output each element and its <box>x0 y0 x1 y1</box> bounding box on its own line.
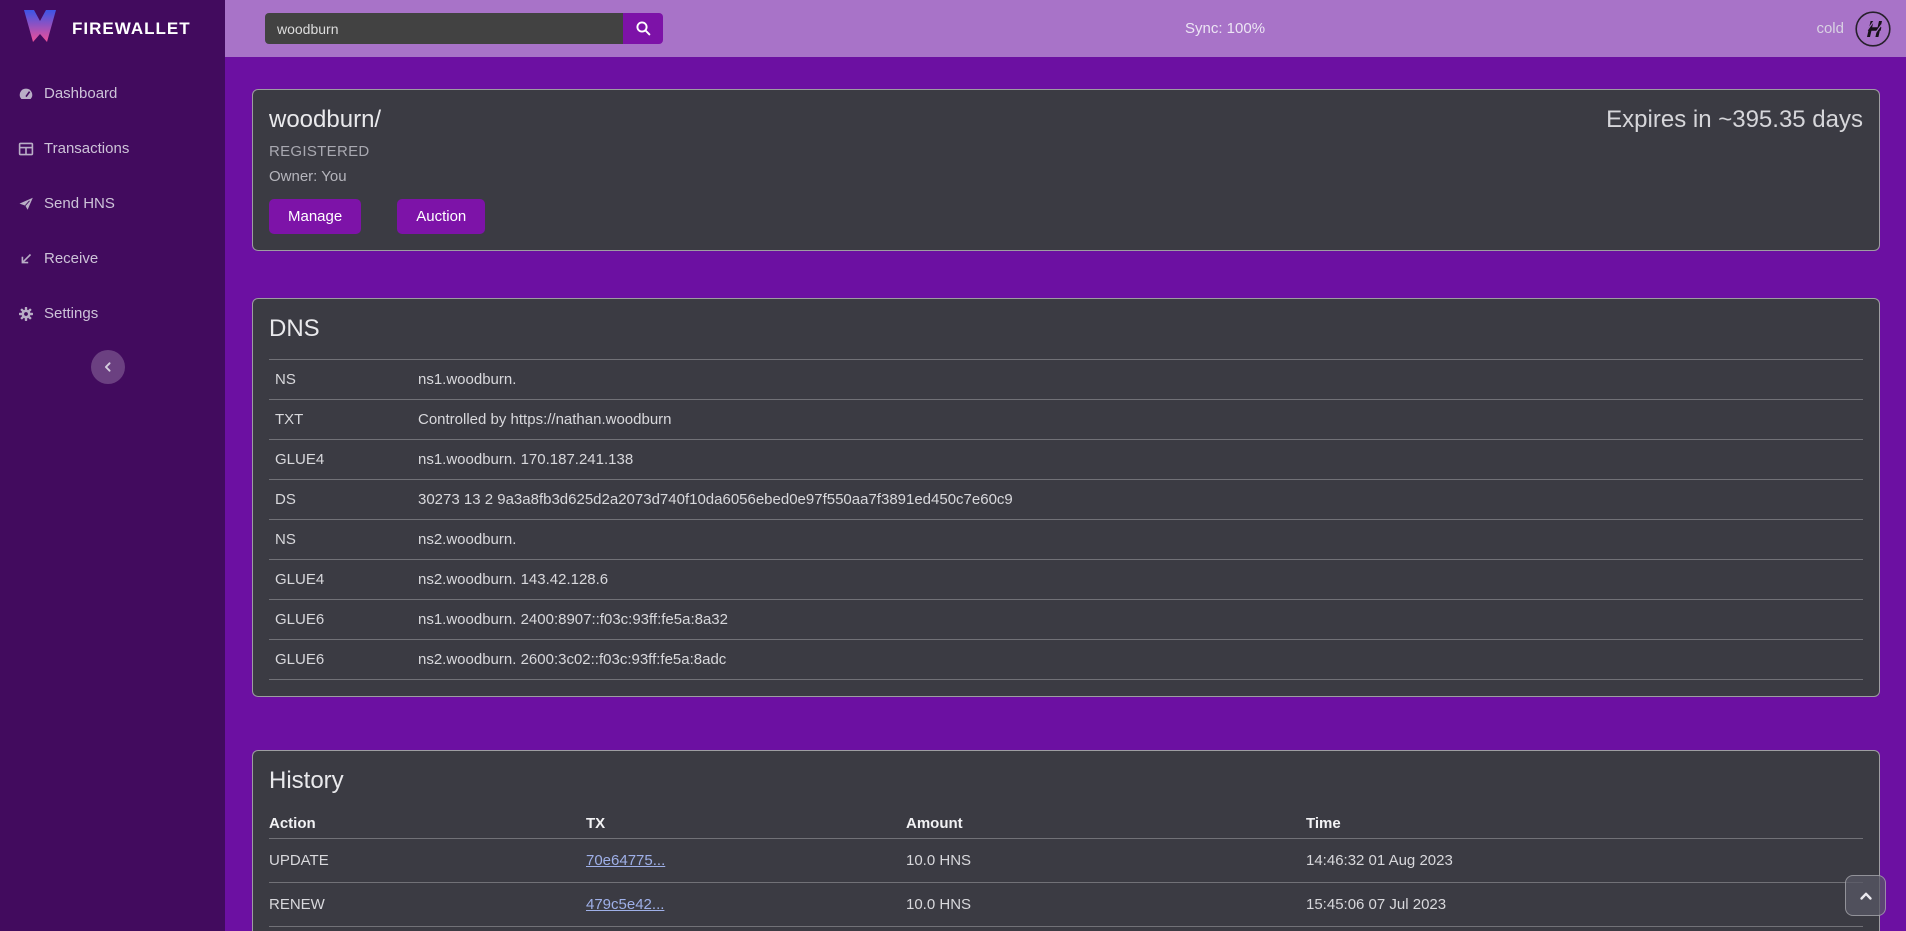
history-time: 14:46:32 01 Aug 2023 <box>1306 852 1863 869</box>
sidebar-item-label: Dashboard <box>44 85 117 102</box>
sidebar-item-dashboard[interactable]: Dashboard <box>0 77 225 110</box>
history-col-amount: Amount <box>906 815 1306 832</box>
dns-record-type: GLUE6 <box>275 611 418 628</box>
sidebar-item-label: Transactions <box>44 140 129 157</box>
dns-record-value: ns2.woodburn. 2600:3c02::f03c:93ff:fe5a:… <box>418 651 1863 668</box>
dns-title: DNS <box>269 315 1863 343</box>
dns-record-row: NS ns1.woodburn. <box>269 360 1863 400</box>
dns-record-row: GLUE4 ns1.woodburn. 170.187.241.138 <box>269 440 1863 480</box>
history-action: RENEW <box>269 896 586 913</box>
receive-arrow-icon <box>18 251 34 267</box>
tx-link[interactable]: 70e64775... <box>586 852 665 869</box>
chevron-left-icon <box>101 360 115 374</box>
brand-name: FIREWALLET <box>72 19 191 39</box>
dns-record-row: TXT Controlled by https://nathan.woodbur… <box>269 400 1863 440</box>
history-header-row: Action TX Amount Time <box>269 809 1863 839</box>
dns-record-value: 30273 13 2 9a3a8fb3d625d2a2073d740f10da6… <box>418 491 1863 508</box>
manage-button[interactable]: Manage <box>269 199 361 234</box>
chevron-up-icon <box>1858 889 1874 903</box>
sidebar-item-label: Settings <box>44 305 98 322</box>
dns-record-value: Controlled by https://nathan.woodburn <box>418 411 1863 428</box>
dns-record-type: TXT <box>275 411 418 428</box>
scroll-to-top-button[interactable] <box>1845 875 1886 916</box>
dns-record-type: GLUE4 <box>275 451 418 468</box>
dns-record-value: ns1.woodburn. <box>418 371 1863 388</box>
search-button[interactable] <box>623 13 663 44</box>
dns-record-value: ns2.woodburn. <box>418 531 1863 548</box>
search-icon <box>635 20 652 37</box>
topbar: Sync: 100% cold <box>225 0 1906 57</box>
gauge-icon <box>18 86 34 102</box>
history-row: UPDATE 70e64775... 10.0 HNS 14:46:32 01 … <box>269 839 1863 883</box>
status-badge: REGISTERED <box>269 143 1863 160</box>
dns-record-type: GLUE4 <box>275 571 418 588</box>
sidebar-nav: Dashboard Transactions Send HNS Receive <box>0 57 225 330</box>
history-title: History <box>269 767 1863 795</box>
owner-text: Owner: You <box>269 168 1863 185</box>
history-col-tx: TX <box>586 815 906 832</box>
send-icon <box>18 196 34 212</box>
table-icon <box>18 141 34 157</box>
dns-record-value: ns2.woodburn. 143.42.128.6 <box>418 571 1863 588</box>
tx-link[interactable]: 479c5e42... <box>586 896 664 913</box>
sync-status: Sync: 100% <box>1185 0 1265 57</box>
sidebar-item-transactions[interactable]: Transactions <box>0 132 225 165</box>
handshake-logo-icon <box>1854 10 1892 48</box>
history-col-action: Action <box>269 815 586 832</box>
dns-record-type: NS <box>275 371 418 388</box>
dns-table: NS ns1.woodburn. TXT Controlled by https… <box>269 359 1863 680</box>
dns-record-row: GLUE6 ns1.woodburn. 2400:8907::f03c:93ff… <box>269 600 1863 640</box>
sidebar-item-send-hns[interactable]: Send HNS <box>0 187 225 220</box>
sidebar-item-settings[interactable]: Settings <box>0 297 225 330</box>
history-time: 15:45:06 07 Jul 2023 <box>1306 896 1863 913</box>
expiry-text: Expires in ~395.35 days <box>1606 106 1863 134</box>
sidebar-item-label: Send HNS <box>44 195 115 212</box>
history-table: Action TX Amount Time UPDATE 70e64775...… <box>269 809 1863 927</box>
dns-record-value: ns1.woodburn. 2400:8907::f03c:93ff:fe5a:… <box>418 611 1863 628</box>
history-action: UPDATE <box>269 852 586 869</box>
history-amount: 10.0 HNS <box>906 896 1306 913</box>
dns-record-type: NS <box>275 531 418 548</box>
search-group <box>265 13 663 44</box>
wallet-indicator[interactable]: cold <box>1816 0 1892 57</box>
sidebar: FIREWALLET Dashboard Transactions Send H… <box>0 0 225 931</box>
main-content: woodburn/ Expires in ~395.35 days REGIST… <box>225 57 1906 931</box>
sidebar-item-label: Receive <box>44 250 98 267</box>
sidebar-item-receive[interactable]: Receive <box>0 242 225 275</box>
dns-record-row: GLUE6 ns2.woodburn. 2600:3c02::f03c:93ff… <box>269 640 1863 680</box>
history-card: History Action TX Amount Time UPDATE 70e… <box>252 750 1880 931</box>
dns-card: DNS NS ns1.woodburn. TXT Controlled by h… <box>252 298 1880 697</box>
history-amount: 10.0 HNS <box>906 852 1306 869</box>
dns-record-row: DS 30273 13 2 9a3a8fb3d625d2a2073d740f10… <box>269 480 1863 520</box>
brand[interactable]: FIREWALLET <box>0 0 225 57</box>
search-input[interactable] <box>265 13 623 44</box>
history-row: RENEW 479c5e42... 10.0 HNS 15:45:06 07 J… <box>269 883 1863 927</box>
history-col-time: Time <box>1306 815 1863 832</box>
domain-card: woodburn/ Expires in ~395.35 days REGIST… <box>252 89 1880 251</box>
dns-record-row: NS ns2.woodburn. <box>269 520 1863 560</box>
auction-button[interactable]: Auction <box>397 199 485 234</box>
domain-name-title: woodburn/ <box>269 106 381 134</box>
firewallet-w-icon <box>20 7 60 50</box>
dns-record-type: GLUE6 <box>275 651 418 668</box>
sidebar-collapse-button[interactable] <box>91 350 125 384</box>
dns-record-value: ns1.woodburn. 170.187.241.138 <box>418 451 1863 468</box>
dns-record-type: DS <box>275 491 418 508</box>
wallet-type-label: cold <box>1816 20 1844 37</box>
gear-icon <box>18 306 34 322</box>
dns-record-row: GLUE4 ns2.woodburn. 143.42.128.6 <box>269 560 1863 600</box>
